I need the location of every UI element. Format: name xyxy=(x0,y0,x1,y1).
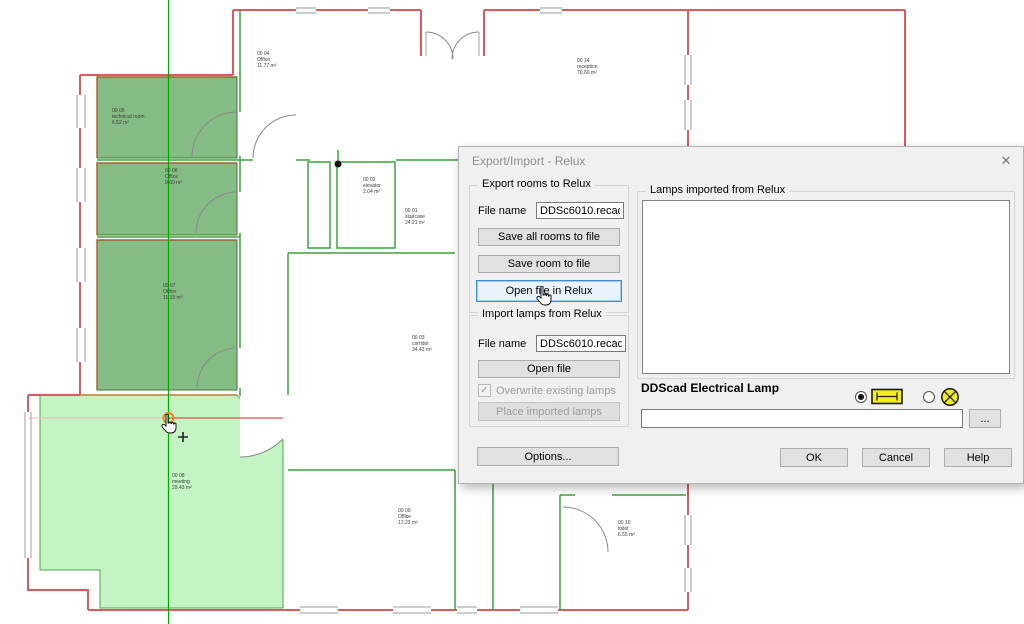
help-button[interactable]: Help xyxy=(944,448,1012,467)
open-file-button[interactable]: Open file xyxy=(478,360,620,378)
lamp-file-input[interactable] xyxy=(641,409,963,428)
export-file-name-label: File name xyxy=(478,205,526,217)
cancel-button[interactable]: Cancel xyxy=(862,448,930,467)
room-label: 00 01staircase24.21 m² xyxy=(405,208,425,226)
linear-lamp-radio[interactable] xyxy=(855,391,867,403)
rooms xyxy=(40,77,283,608)
room-label: 00 04Office11.77 m² xyxy=(257,51,277,69)
room-label: 00 10toilet6.55 m² xyxy=(618,520,635,538)
export-import-dialog: Export/Import - Relux ✕ Export rooms to … xyxy=(458,146,1024,484)
close-icon[interactable]: ✕ xyxy=(995,151,1017,171)
lamps-imported-group: Lamps imported from Relux xyxy=(637,191,1015,379)
import-file-name-input[interactable] xyxy=(536,335,626,352)
export-rooms-group: Export rooms to Relux File name Save all… xyxy=(469,185,629,313)
ddscad-electrical-lamp-label: DDScad Electrical Lamp xyxy=(641,381,779,395)
node-dot xyxy=(335,161,342,168)
save-room-button[interactable]: Save room to file xyxy=(478,255,620,273)
overwrite-lamps-label: Overwrite existing lamps xyxy=(496,385,616,397)
round-lamp-radio[interactable] xyxy=(923,391,935,403)
room-label: 00 02elevator2.04 m² xyxy=(363,177,381,195)
linear-lamp-icon xyxy=(871,388,903,405)
round-lamp-icon xyxy=(940,387,960,407)
room-office-07[interactable] xyxy=(97,240,237,390)
dialog-title: Export/Import - Relux xyxy=(472,154,585,168)
save-all-rooms-button[interactable]: Save all rooms to file xyxy=(478,228,620,246)
room-label: 00 03corridor34.43 m² xyxy=(412,335,432,353)
import-file-name-label: File name xyxy=(478,338,526,350)
export-group-label: Export rooms to Relux xyxy=(478,178,595,190)
ok-button[interactable]: OK xyxy=(780,448,848,467)
place-imported-lamps-button: Place imported lamps xyxy=(478,402,620,421)
browse-button[interactable]: ... xyxy=(969,409,1001,428)
room-label: 00 09Office17.23 m² xyxy=(398,508,418,526)
overwrite-lamps-checkbox[interactable]: ✓ xyxy=(478,384,491,397)
lamps-listbox[interactable] xyxy=(642,200,1010,374)
import-lamps-group: Import lamps from Relux File name Open f… xyxy=(469,315,629,427)
room-label: 00 14reception76.60 m² xyxy=(577,58,598,76)
import-group-label: Import lamps from Relux xyxy=(478,308,606,320)
export-file-name-input[interactable] xyxy=(536,202,624,219)
open-file-in-relux-button[interactable]: Open file in Relux xyxy=(476,280,622,302)
overwrite-lamps-checkrow: ✓ Overwrite existing lamps xyxy=(478,384,616,397)
lamps-group-label: Lamps imported from Relux xyxy=(646,184,789,196)
options-button[interactable]: Options... xyxy=(477,447,619,466)
app-canvas: { "floorplan": { "rooms": [ {"id": "00 0… xyxy=(0,0,1024,624)
